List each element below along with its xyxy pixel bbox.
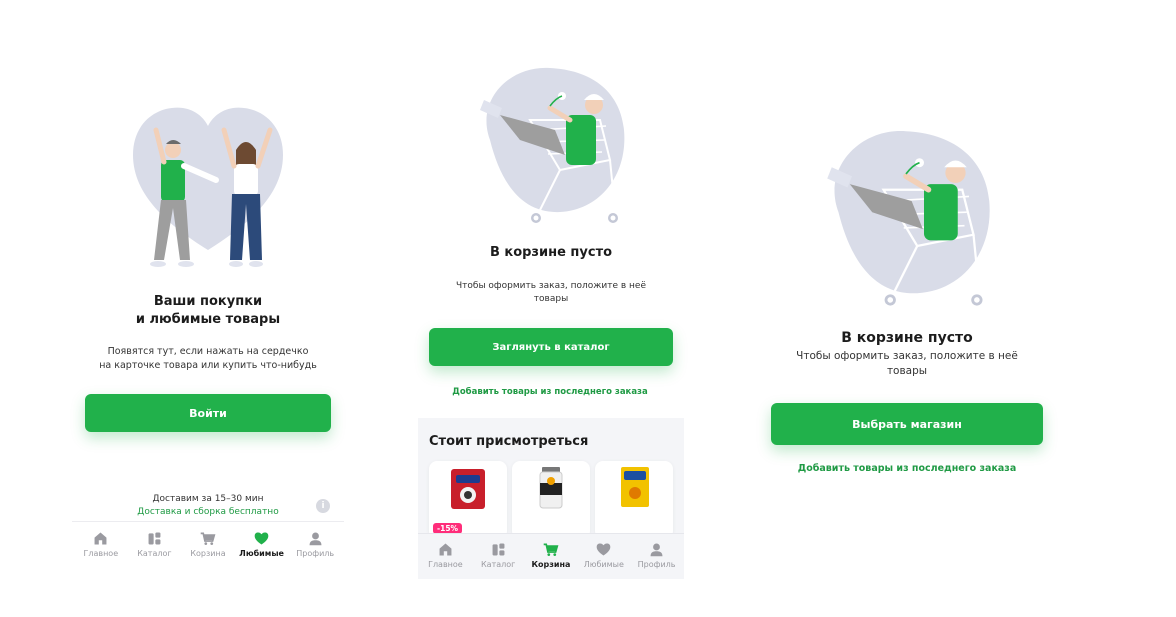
page-title: Ваши покупки и любимые товары (80, 293, 336, 329)
tab-cart-label: Корзина (531, 560, 571, 569)
product-card[interactable] (595, 461, 673, 539)
info-icon[interactable]: i (316, 499, 330, 513)
catalog-icon (492, 543, 505, 556)
subtitle-line-2: товары (886, 365, 928, 377)
heart-icon (254, 532, 269, 545)
home-icon (439, 543, 452, 556)
tab-catalog-label: Каталог (481, 560, 516, 569)
tab-cart-label: Корзина (190, 549, 226, 558)
delivery-free: Доставка и сборка бесплатно (137, 507, 279, 517)
login-button-label: Войти (189, 406, 227, 420)
cart-icon (201, 532, 216, 545)
cereal-box-product-image (621, 467, 649, 507)
profile-icon (309, 532, 322, 546)
add-last-order-link[interactable]: Добавить товары из последнего заказа (776, 463, 1038, 474)
favorites-illustration (133, 107, 283, 267)
subtitle-line-2: на карточке товара или купить что-нибудь (99, 360, 317, 371)
delivery-time: Доставим за 15–30 мин (152, 494, 264, 504)
choose-store-button-label: Выбрать магазин (852, 417, 962, 431)
open-catalog-button-label: Заглянуть в каталог (492, 341, 610, 353)
tab-favorites-label: Любимые (239, 549, 284, 558)
tabbar-divider (72, 521, 344, 522)
page-subtitle: Появятся тут, если нажать на сердечко на… (70, 345, 346, 373)
product-card[interactable] (512, 461, 590, 539)
home-icon (94, 532, 107, 545)
tab-profile[interactable]: Профиль (631, 541, 683, 569)
login-button[interactable]: Войти (85, 394, 331, 432)
tab-favorites[interactable]: Любимые (578, 541, 630, 569)
tab-profile[interactable]: Профиль (289, 530, 341, 558)
delivery-info: Доставим за 15–30 мин Доставка и сборка … (120, 493, 296, 519)
page-subtitle: Чтобы оформить заказ, положите в неё тов… (432, 280, 670, 306)
open-catalog-button[interactable]: Заглянуть в каталог (429, 328, 673, 366)
title-line-2: и любимые товары (135, 312, 281, 327)
subtitle-line-1: Появятся тут, если нажать на сердечко (107, 346, 309, 357)
tab-cart[interactable]: Корзина (182, 530, 234, 558)
tab-catalog[interactable]: Каталог (472, 541, 524, 569)
catalog-icon (148, 532, 161, 545)
bottom-tab-bar: Главное Каталог Корзина Любимые Профиль (74, 530, 342, 558)
page-title: В корзине пусто (489, 245, 613, 260)
subtitle-line-1: Чтобы оформить заказ, положите в неё (455, 281, 647, 291)
recommendations-title: Стоит присмотреться (429, 434, 589, 449)
title-line-1: Ваши покупки (153, 294, 263, 309)
subtitle-line-2: товары (533, 294, 569, 304)
tab-home[interactable]: Главное (419, 541, 471, 569)
tab-cart[interactable]: Корзина (525, 541, 577, 569)
page-title: В корзине пусто (841, 330, 973, 346)
tab-catalog-label: Каталог (137, 549, 172, 558)
tab-catalog[interactable]: Каталог (128, 530, 180, 558)
info-icon-glyph: i (321, 501, 325, 511)
tab-home-label: Главное (428, 560, 463, 569)
choose-store-button[interactable]: Выбрать магазин (771, 403, 1043, 445)
cart-icon (544, 543, 559, 556)
bottom-tab-bar: Главное Каталог Корзина Любимые Профиль (419, 541, 683, 569)
tab-profile-label: Профиль (637, 560, 676, 569)
heart-icon (596, 543, 611, 556)
tab-home-label: Главное (83, 549, 119, 558)
subtitle-line-1: Чтобы оформить заказ, положите в неё (796, 350, 1018, 362)
empty-cart-illustration (827, 130, 990, 306)
tab-profile-label: Профиль (296, 549, 335, 558)
page-subtitle: Чтобы оформить заказ, положите в неё тов… (770, 349, 1044, 379)
tab-favorites-label: Любимые (583, 560, 624, 569)
tab-home[interactable]: Главное (75, 530, 127, 558)
product-card[interactable]: -15% (429, 461, 507, 539)
add-last-order-link[interactable]: Добавить товары из последнего заказа (430, 387, 670, 397)
empty-cart-illustration (480, 67, 625, 223)
tab-favorites[interactable]: Любимые (236, 530, 288, 558)
jar-product-image (539, 467, 563, 509)
profile-icon (650, 543, 663, 557)
